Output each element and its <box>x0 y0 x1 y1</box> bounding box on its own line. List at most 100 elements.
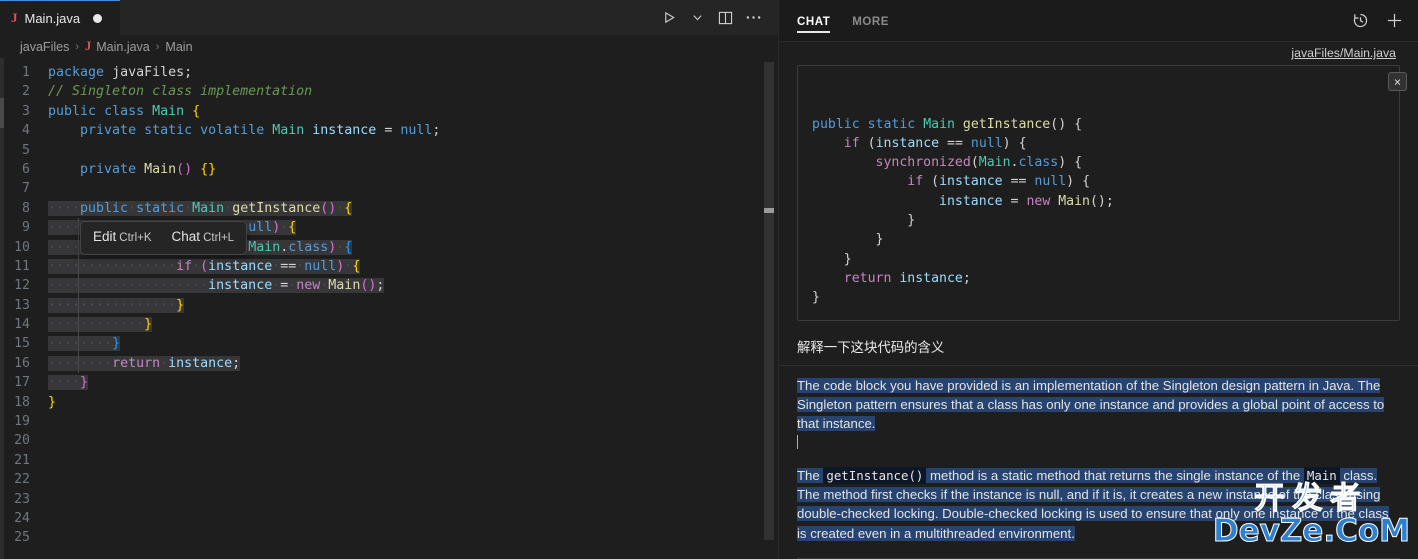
inline-edit-shortcut: Ctrl+K <box>119 232 152 244</box>
breadcrumb: javaFiles › J Main.java › Main <box>0 35 778 58</box>
chevron-down-icon[interactable] <box>684 4 710 32</box>
inline-chat-label: Chat <box>171 229 201 244</box>
chat-code-block: × public static Main getInstance() { if … <box>797 65 1407 321</box>
code-line: 19 <box>0 412 778 431</box>
line-number: 17 <box>14 375 30 391</box>
code-line: 16 ········return·instance; <box>0 353 778 374</box>
line-number: 2 <box>22 84 30 100</box>
line-number: 22 <box>14 472 30 488</box>
new-chat-plus-icon[interactable] <box>1384 11 1404 31</box>
line-number: 10 <box>14 239 30 255</box>
line-number: 12 <box>14 278 30 294</box>
line-number: 20 <box>14 433 30 449</box>
message-divider <box>779 364 1418 366</box>
unsaved-dot-icon <box>93 13 103 23</box>
chat-body[interactable]: javaFiles/Main.java × public static Main… <box>779 42 1418 559</box>
scrollbar-thumb[interactable] <box>764 62 774 540</box>
line-number: 9 <box>22 220 30 236</box>
p2-inline-code-getinstance: getInstance() <box>823 466 927 484</box>
p2-inline-code-main: Main <box>1303 466 1340 484</box>
breadcrumb-separator-icon: › <box>155 40 160 53</box>
tab-more-label: MORE <box>852 15 889 28</box>
p2-part2: method is a static method that returns t… <box>926 467 1304 483</box>
assistant-paragraph-1-text: The code block you have provided is an i… <box>797 377 1385 432</box>
editor-pane: J Main.java javaFiles › J Main.java › Ma… <box>0 0 779 559</box>
line-number: 1 <box>22 65 30 80</box>
code-line: 8 ····public·static·Main·getInstance()·{ <box>0 199 778 218</box>
line-number: 15 <box>14 336 30 352</box>
line-number: 4 <box>22 123 30 139</box>
text-caret <box>797 435 798 450</box>
tab-chat-label: CHAT <box>797 15 831 28</box>
file-reference-link[interactable]: javaFiles/Main.java <box>797 42 1400 65</box>
breadcrumb-separator-icon: › <box>75 40 79 53</box>
code-line: 7 <box>0 179 778 198</box>
breadcrumb-file[interactable]: Main.java <box>96 40 150 54</box>
history-icon[interactable] <box>1350 11 1370 31</box>
play-icon[interactable] <box>656 4 682 32</box>
ellipsis-icon[interactable] <box>740 4 766 32</box>
code-line: 14 ············} <box>0 315 778 335</box>
inline-edit-action[interactable]: Edit Ctrl+K <box>93 227 152 248</box>
inline-chat-action[interactable]: Chat Ctrl+L <box>172 227 235 248</box>
code-lines: 1 package javaFiles; 2// Singleton class … <box>0 63 778 548</box>
java-icon: J <box>11 10 18 25</box>
code-line: 15 ········} <box>0 334 778 354</box>
assistant-paragraph-2: The getInstance() method is a static met… <box>797 466 1400 543</box>
code-line: 13 ················} <box>0 295 778 316</box>
line-number: 6 <box>22 161 30 177</box>
line-number: 24 <box>14 510 30 526</box>
tab-chat[interactable]: CHAT <box>797 0 831 42</box>
chat-header-actions <box>1350 11 1404 31</box>
close-icon[interactable]: × <box>1388 72 1407 91</box>
line-number: 3 <box>22 103 30 119</box>
code-line: 4 private static volatile Main instance … <box>0 121 778 140</box>
code-line: 22 <box>0 470 778 489</box>
p2-part1: The <box>797 467 824 483</box>
code-line: 6 private Main() {} <box>0 160 778 179</box>
line-number: 16 <box>14 355 30 371</box>
line-number: 13 <box>14 297 30 313</box>
chat-pane: CHAT MORE javaFiles/Main.java × public s… <box>779 0 1418 559</box>
assistant-message: The code block you have provided is an i… <box>797 376 1400 559</box>
line-number: 25 <box>14 530 30 546</box>
assistant-paragraph-1: The code block you have provided is an i… <box>797 376 1400 453</box>
code-editor[interactable]: 1 package javaFiles; 2// Singleton class … <box>0 58 778 559</box>
line-number: 18 <box>14 394 30 410</box>
split-editor-icon[interactable] <box>712 4 738 32</box>
line-number: 23 <box>14 491 30 507</box>
editor-vertical-scrollbar[interactable] <box>764 58 778 559</box>
code-line: 20 <box>0 431 778 450</box>
code-line: 3 public class Main { <box>0 102 778 121</box>
scrollbar-cursor-mark <box>764 208 774 213</box>
line-number: 14 <box>14 317 30 333</box>
editor-tab-actions <box>656 0 778 35</box>
tabbar-spacer <box>120 0 656 35</box>
editor-tab-label: Main.java <box>24 10 81 26</box>
inline-chat-hint-widget: Edit Ctrl+K Chat Ctrl+L <box>80 221 248 256</box>
chat-header: CHAT MORE <box>779 0 1418 42</box>
line-number: 21 <box>14 452 30 468</box>
tab-more[interactable]: MORE <box>852 0 889 42</box>
breadcrumb-folder[interactable]: javaFiles <box>20 40 69 54</box>
code-line: 25 <box>0 528 778 547</box>
line-number: 19 <box>14 414 30 430</box>
user-message: 解释一下这块代码的含义 <box>797 339 945 355</box>
chat-tabs: CHAT MORE <box>797 0 889 42</box>
line-number: 11 <box>14 258 30 274</box>
line-number: 8 <box>22 200 30 216</box>
code-line: 1 package javaFiles; <box>0 63 778 82</box>
code-line: 24 <box>0 509 778 528</box>
code-line: 12 ····················instance·=·new·Mai… <box>0 276 778 296</box>
code-line: 11 ················if·(instance·==·null)·… <box>0 256 778 277</box>
inline-edit-label: Edit <box>93 229 117 244</box>
app-root: J Main.java javaFiles › J Main.java › Ma… <box>0 0 1418 559</box>
java-icon: J <box>85 39 92 53</box>
editor-tabbar: J Main.java <box>0 0 778 35</box>
code-line: 23 <box>0 490 778 509</box>
editor-tab-main-java[interactable]: J Main.java <box>0 0 120 35</box>
breadcrumb-symbol[interactable]: Main <box>165 40 192 54</box>
code-line: 17 ····} <box>0 373 778 392</box>
line-number: 7 <box>22 181 30 197</box>
line-number: 5 <box>22 142 30 158</box>
